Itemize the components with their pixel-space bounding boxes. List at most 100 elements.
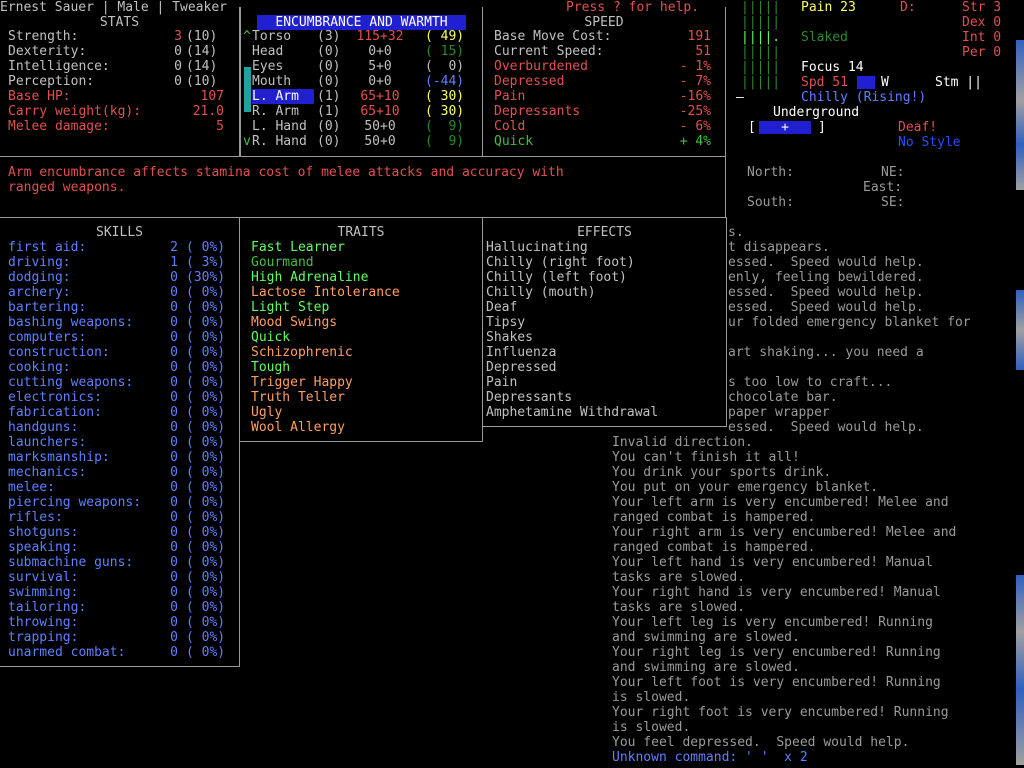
skill-level: 0 <box>170 600 178 615</box>
stat-label: Perception: <box>8 74 95 89</box>
focus-status: Focus 14 <box>801 60 864 75</box>
skill-name[interactable]: cutting weapons: <box>8 375 133 390</box>
trait-item[interactable]: Gourmand <box>251 255 314 270</box>
effect-item[interactable]: Influenza <box>486 345 556 360</box>
bodypart-layers: (0) <box>317 44 341 59</box>
skill-name[interactable]: tailoring: <box>8 600 86 615</box>
skill-name[interactable]: marksmanship: <box>8 450 110 465</box>
skill-name[interactable]: melee: <box>8 480 55 495</box>
log-line: Your right foot is very encumbered! Runn… <box>612 705 949 720</box>
skill-name[interactable]: shotguns: <box>8 525 78 540</box>
speed-label: Current Speed: <box>494 44 604 59</box>
skill-name[interactable]: dodging: <box>8 270 71 285</box>
stat-value: 0 <box>174 44 182 59</box>
trait-item[interactable]: Truth Teller <box>251 390 345 405</box>
log-line: You can't finish it all! <box>612 450 800 465</box>
effect-item[interactable]: Amphetamine Withdrawal <box>486 405 658 420</box>
effect-item[interactable]: Chilly (left foot) <box>486 270 627 285</box>
bodypart-rarm[interactable]: R. Arm <box>252 104 299 119</box>
bar-5: ||||| <box>741 75 781 90</box>
skill-name[interactable]: swimming: <box>8 585 78 600</box>
effect-item[interactable]: Hallucinating <box>486 240 588 255</box>
compass-bracket-left: [ <box>748 120 756 135</box>
skill-name[interactable]: submachine guns: <box>8 555 133 570</box>
bodypart-layers: (1) <box>317 89 341 104</box>
skill-progress: ( 0%) <box>186 465 226 480</box>
skill-name[interactable]: first aid: <box>8 240 86 255</box>
skill-name[interactable]: electronics: <box>8 390 102 405</box>
bodypart-head[interactable]: Head <box>252 44 283 59</box>
skill-name[interactable]: trapping: <box>8 630 78 645</box>
skill-level: 0 <box>170 285 178 300</box>
skill-progress: ( 0%) <box>186 585 226 600</box>
log-line-partial: essed. Speed would help. <box>728 420 924 435</box>
trait-item[interactable]: Wool Allergy <box>251 420 345 435</box>
skill-level: 0 <box>170 360 178 375</box>
trait-item[interactable]: High Adrenaline <box>251 270 368 285</box>
bodypart-warmth: ( 9) <box>425 119 465 134</box>
trait-item[interactable]: Lactose Intolerance <box>251 285 400 300</box>
skill-name[interactable]: unarmed combat: <box>8 645 125 660</box>
skill-name[interactable]: throwing: <box>8 615 78 630</box>
skill-name[interactable]: archery: <box>8 285 71 300</box>
skill-level: 0 <box>170 345 178 360</box>
effect-item[interactable]: Deaf <box>486 300 517 315</box>
skill-name[interactable]: fabrication: <box>8 405 102 420</box>
int-stat: Int 0 <box>962 30 1002 45</box>
skill-level: 2 <box>170 240 178 255</box>
effect-item[interactable]: Chilly (mouth) <box>486 285 596 300</box>
skill-name[interactable]: mechanics: <box>8 465 86 480</box>
log-line: ranged combat is hampered. <box>612 540 816 555</box>
bodypart-eyes[interactable]: Eyes <box>252 59 283 74</box>
skill-name[interactable]: computers: <box>8 330 86 345</box>
bodypart-mouth[interactable]: Mouth <box>252 74 291 89</box>
effect-item[interactable]: Shakes <box>486 330 533 345</box>
effect-item[interactable]: Pain <box>486 375 517 390</box>
description-panel: Arm encumbrance affects stamina cost of … <box>0 156 726 218</box>
skill-progress: ( 0%) <box>186 450 226 465</box>
bodypart-rhand[interactable]: R. Hand <box>252 134 307 149</box>
effect-item[interactable]: Chilly (right foot) <box>486 255 635 270</box>
skill-progress: (30%) <box>186 270 226 285</box>
trait-item[interactable]: Schizophrenic <box>251 345 353 360</box>
skill-name[interactable]: cooking: <box>8 360 71 375</box>
bodypart-layers: (3) <box>317 29 341 44</box>
skill-name[interactable]: speaking: <box>8 540 78 555</box>
skill-name[interactable]: driving: <box>8 255 71 270</box>
bodypart-torso[interactable]: Torso <box>252 29 291 44</box>
trait-item[interactable]: Quick <box>251 330 290 345</box>
skill-name[interactable]: bashing weapons: <box>8 315 133 330</box>
trait-item[interactable]: Mood Swings <box>251 315 337 330</box>
trait-item[interactable]: Light Step <box>251 300 329 315</box>
scrollbar-thumb[interactable] <box>244 67 251 112</box>
bodypart-lhand[interactable]: L. Hand <box>252 119 307 134</box>
skill-name[interactable]: survival: <box>8 570 78 585</box>
speed-value: -16% <box>679 89 711 104</box>
skill-name[interactable]: rifles: <box>8 510 63 525</box>
trait-item[interactable]: Fast Learner <box>251 240 345 255</box>
skill-level: 1 <box>170 255 178 270</box>
bodypart-warmth: ( 15) <box>425 44 465 59</box>
trait-item[interactable]: Ugly <box>251 405 282 420</box>
stat-value: 3 <box>174 29 182 44</box>
skill-name[interactable]: bartering: <box>8 300 86 315</box>
bodypart-larm[interactable]: L. Arm <box>252 89 314 104</box>
skill-name[interactable]: handguns: <box>8 420 78 435</box>
effect-item[interactable]: Tipsy <box>486 315 525 330</box>
carry-weight-value: 21.0 <box>192 104 224 119</box>
skill-progress: ( 0%) <box>186 345 226 360</box>
trait-item[interactable]: Trigger Happy <box>251 375 353 390</box>
trait-item[interactable]: Tough <box>251 360 290 375</box>
effect-item[interactable]: Depressed <box>486 360 556 375</box>
skill-name[interactable]: piercing weapons: <box>8 495 141 510</box>
encumbrance-header[interactable]: ENCUMBRANCE AND WARMTH <box>257 15 466 30</box>
skill-name[interactable]: construction: <box>8 345 110 360</box>
skill-name[interactable]: launchers: <box>8 435 86 450</box>
speed-value: 51 <box>695 44 711 59</box>
speed-panel: SPEED Base Move Cost: 191 Current Speed: 51… <box>482 7 726 157</box>
bar-3: ||||| <box>741 45 781 60</box>
effect-item[interactable]: Depressants <box>486 390 572 405</box>
base-hp-label: Base HP: <box>8 89 71 104</box>
skill-progress: ( 3%) <box>186 255 226 270</box>
log-line: You feel depressed. Speed would help. <box>612 735 910 750</box>
